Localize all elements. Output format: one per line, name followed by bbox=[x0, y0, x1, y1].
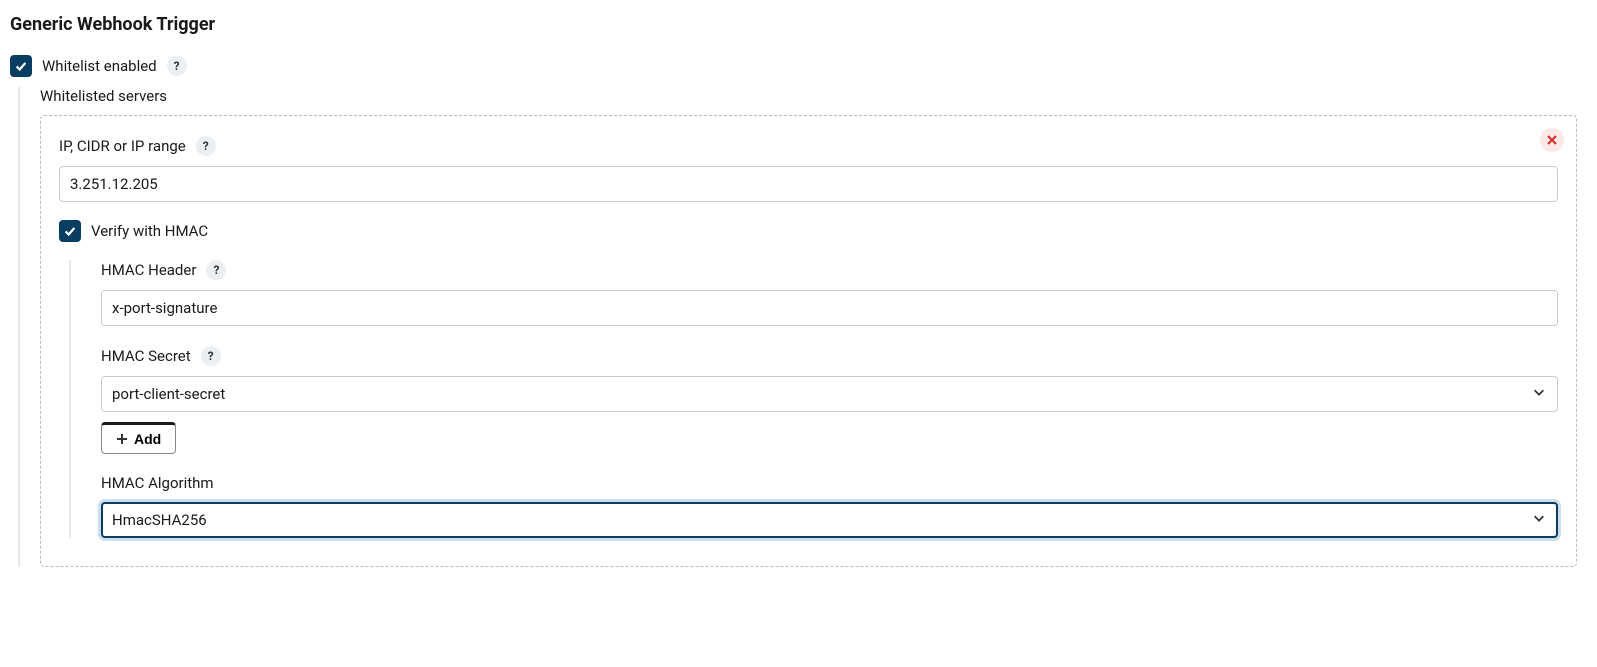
hmac-secret-label: HMAC Secret bbox=[101, 347, 191, 365]
hmac-algorithm-select[interactable]: HmacSHA256 bbox=[101, 502, 1558, 538]
whitelist-enabled-label: Whitelist enabled bbox=[42, 57, 157, 75]
server-entry-box: IP, CIDR or IP range ? Verify with HMAC … bbox=[40, 115, 1577, 567]
check-icon bbox=[14, 59, 28, 73]
verify-hmac-label: Verify with HMAC bbox=[91, 222, 208, 240]
remove-server-button[interactable] bbox=[1540, 128, 1564, 152]
plus-icon bbox=[116, 433, 128, 445]
ip-input[interactable] bbox=[59, 166, 1558, 202]
help-icon[interactable]: ? bbox=[201, 346, 221, 366]
hmac-header-label: HMAC Header bbox=[101, 261, 196, 279]
whitelisted-servers-label: Whitelisted servers bbox=[40, 87, 1587, 105]
close-icon bbox=[1547, 135, 1557, 145]
verify-hmac-checkbox[interactable] bbox=[59, 220, 81, 242]
hmac-secret-select[interactable]: port-client-secret bbox=[101, 376, 1558, 412]
whitelist-enabled-checkbox[interactable] bbox=[10, 55, 32, 77]
help-icon[interactable]: ? bbox=[196, 136, 216, 156]
check-icon bbox=[63, 224, 77, 238]
add-button-label: Add bbox=[134, 431, 161, 447]
hmac-header-input[interactable] bbox=[101, 290, 1558, 326]
hmac-algorithm-label: HMAC Algorithm bbox=[101, 474, 214, 492]
add-secret-button[interactable]: Add bbox=[101, 422, 176, 454]
section-title: Generic Webhook Trigger bbox=[10, 14, 1587, 35]
ip-field-label: IP, CIDR or IP range bbox=[59, 137, 186, 155]
help-icon[interactable]: ? bbox=[206, 260, 226, 280]
help-icon[interactable]: ? bbox=[167, 56, 187, 76]
